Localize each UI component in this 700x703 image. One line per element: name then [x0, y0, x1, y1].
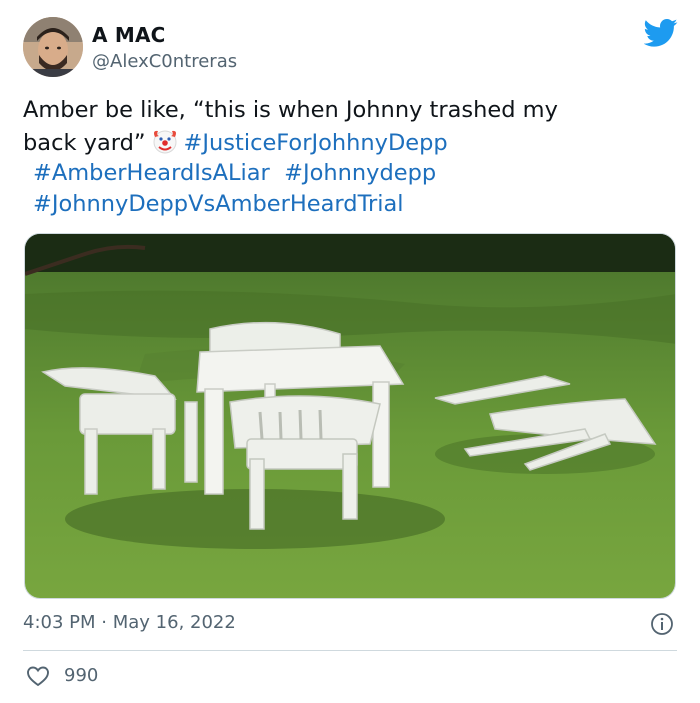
avatar[interactable] — [23, 17, 83, 77]
tweet-line-4: #JohnnyDeppVsAmberHeardTrial — [23, 189, 683, 220]
heart-icon[interactable] — [26, 665, 50, 687]
tweet-date: May 16, 2022 — [112, 612, 236, 633]
tweet-card: A MAC @AlexC0ntreras Amber be like, “thi… — [0, 0, 700, 703]
tweet-timestamp[interactable]: 4:03 PM · May 16, 2022 — [23, 612, 236, 633]
twitter-bird-icon[interactable] — [644, 18, 678, 48]
hashtag-link[interactable]: #Johnnydepp — [284, 160, 436, 186]
timestamp-separator: · — [101, 612, 107, 633]
tweet-text: Amber be like, “this is when Johnny tras… — [23, 95, 683, 219]
tweet-line-3: #AmberHeardIsALiar #Johnnydepp — [23, 158, 683, 189]
like-count: 990 — [64, 665, 99, 686]
info-icon[interactable] — [650, 612, 674, 636]
hashtag-link[interactable]: #JohnnyDeppVsAmberHeardTrial — [33, 191, 404, 217]
hashtag-link[interactable]: #AmberHeardIsALiar — [33, 160, 270, 186]
garden-photo — [25, 234, 675, 598]
tweet-line-2-text: back yard” — [23, 129, 146, 156]
tweet-line-2: back yard” #JusticeForJohhnyDepp — [23, 126, 683, 159]
clown-face-icon — [153, 130, 177, 153]
divider — [23, 650, 677, 651]
hashtag-link[interactable]: #JusticeForJohhnyDepp — [184, 130, 448, 156]
author-handle[interactable]: @AlexC0ntreras — [92, 51, 237, 72]
tweet-photo[interactable] — [24, 233, 676, 599]
tweet-line-1: Amber be like, “this is when Johnny tras… — [23, 97, 558, 123]
author-name[interactable]: A MAC — [92, 23, 166, 47]
tweet-time: 4:03 PM — [23, 612, 96, 633]
